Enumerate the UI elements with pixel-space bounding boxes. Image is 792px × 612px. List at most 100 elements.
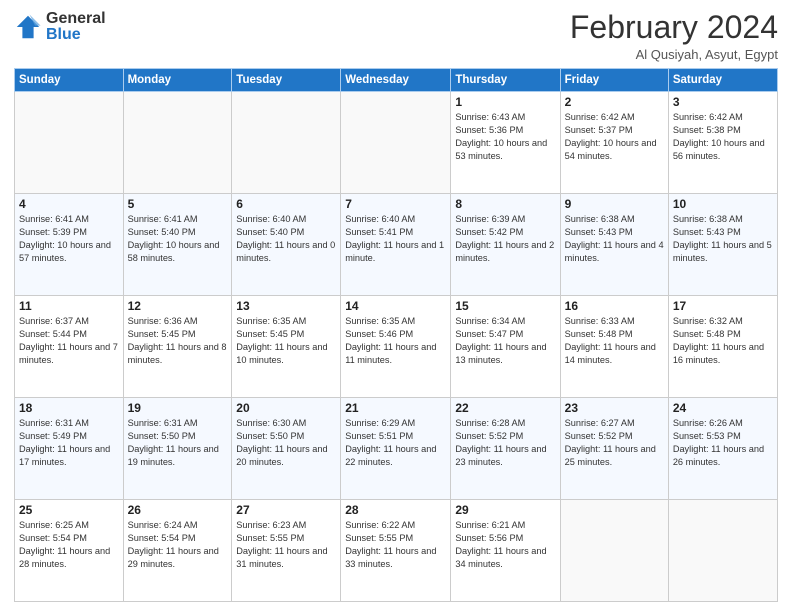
calendar-day-header: Tuesday — [232, 69, 341, 92]
day-number: 25 — [19, 503, 119, 517]
day-number: 21 — [345, 401, 446, 415]
logo-icon — [14, 13, 42, 41]
day-info: Sunrise: 6:38 AM Sunset: 5:43 PM Dayligh… — [565, 213, 664, 265]
calendar-cell — [668, 500, 777, 602]
day-number: 3 — [673, 95, 773, 109]
calendar-cell: 10Sunrise: 6:38 AM Sunset: 5:43 PM Dayli… — [668, 194, 777, 296]
calendar-cell: 11 Sunrise: 6:37 AM Sunset: 5:44 PM Dayli… — [15, 296, 124, 398]
calendar-cell: 8 Sunrise: 6:39 AM Sunset: 5:42 PM Daylig… — [451, 194, 560, 296]
calendar-cell — [341, 92, 451, 194]
calendar-cell: 28 Sunrise: 6:22 AM Sunset: 5:55 PM Dayli… — [341, 500, 451, 602]
day-number: 19 — [128, 401, 228, 415]
calendar-cell: 13 Sunrise: 6:35 AM Sunset: 5:45 PM Dayli… — [232, 296, 341, 398]
calendar-cell: 16Sunrise: 6:33 AM Sunset: 5:48 PM Dayli… — [560, 296, 668, 398]
day-info: Sunrise: 6:42 AM Sunset: 5:38 PM Dayligh… — [673, 111, 773, 163]
day-info: Sunrise: 6:38 AM Sunset: 5:43 PM Dayligh… — [673, 213, 773, 265]
page: General Blue February 2024 Al Qusiyah, A… — [0, 0, 792, 612]
day-info: Sunrise: 6:39 AM Sunset: 5:42 PM Dayligh… — [455, 213, 555, 265]
calendar-week-row: 11 Sunrise: 6:37 AM Sunset: 5:44 PM Dayli… — [15, 296, 778, 398]
calendar-cell: 14Sunrise: 6:35 AM Sunset: 5:46 PM Dayli… — [341, 296, 451, 398]
day-number: 5 — [128, 197, 228, 211]
calendar-day-header: Wednesday — [341, 69, 451, 92]
day-info: Sunrise: 6:31 AM Sunset: 5:50 PM Dayligh… — [128, 417, 228, 469]
day-info: Sunrise: 6:26 AM Sunset: 5:53 PM Dayligh… — [673, 417, 773, 469]
calendar-header-row: SundayMondayTuesdayWednesdayThursdayFrid… — [15, 69, 778, 92]
calendar-cell: 25 Sunrise: 6:25 AM Sunset: 5:54 PM Dayli… — [15, 500, 124, 602]
calendar-week-row: 4Sunrise: 6:41 AM Sunset: 5:39 PM Daylig… — [15, 194, 778, 296]
calendar-cell — [560, 500, 668, 602]
day-number: 24 — [673, 401, 773, 415]
calendar-cell: 27 Sunrise: 6:23 AM Sunset: 5:55 PM Dayli… — [232, 500, 341, 602]
calendar-cell: 7Sunrise: 6:40 AM Sunset: 5:41 PM Daylig… — [341, 194, 451, 296]
calendar-cell: 20 Sunrise: 6:30 AM Sunset: 5:50 PM Dayli… — [232, 398, 341, 500]
day-info: Sunrise: 6:27 AM Sunset: 5:52 PM Dayligh… — [565, 417, 664, 469]
day-number: 12 — [128, 299, 228, 313]
calendar-cell: 15Sunrise: 6:34 AM Sunset: 5:47 PM Dayli… — [451, 296, 560, 398]
calendar-cell — [232, 92, 341, 194]
day-info: Sunrise: 6:37 AM Sunset: 5:44 PM Dayligh… — [19, 315, 119, 367]
day-info: Sunrise: 6:32 AM Sunset: 5:48 PM Dayligh… — [673, 315, 773, 367]
header: General Blue February 2024 Al Qusiyah, A… — [14, 10, 778, 62]
calendar-cell: 17 Sunrise: 6:32 AM Sunset: 5:48 PM Dayli… — [668, 296, 777, 398]
calendar-cell: 22 Sunrise: 6:28 AM Sunset: 5:52 PM Dayli… — [451, 398, 560, 500]
day-number: 18 — [19, 401, 119, 415]
calendar-cell: 4Sunrise: 6:41 AM Sunset: 5:39 PM Daylig… — [15, 194, 124, 296]
calendar-day-header: Monday — [123, 69, 232, 92]
day-info: Sunrise: 6:41 AM Sunset: 5:40 PM Dayligh… — [128, 213, 228, 265]
day-number: 20 — [236, 401, 336, 415]
calendar-cell: 2Sunrise: 6:42 AM Sunset: 5:37 PM Daylig… — [560, 92, 668, 194]
calendar-day-header: Thursday — [451, 69, 560, 92]
calendar-cell: 21 Sunrise: 6:29 AM Sunset: 5:51 PM Dayli… — [341, 398, 451, 500]
day-number: 8 — [455, 197, 555, 211]
day-number: 28 — [345, 503, 446, 517]
location: Al Qusiyah, Asyut, Egypt — [570, 47, 778, 62]
day-number: 27 — [236, 503, 336, 517]
day-info: Sunrise: 6:28 AM Sunset: 5:52 PM Dayligh… — [455, 417, 555, 469]
calendar-day-header: Sunday — [15, 69, 124, 92]
day-info: Sunrise: 6:34 AM Sunset: 5:47 PM Dayligh… — [455, 315, 555, 367]
day-info: Sunrise: 6:24 AM Sunset: 5:54 PM Dayligh… — [128, 519, 228, 571]
day-info: Sunrise: 6:22 AM Sunset: 5:55 PM Dayligh… — [345, 519, 446, 571]
day-info: Sunrise: 6:25 AM Sunset: 5:54 PM Dayligh… — [19, 519, 119, 571]
calendar-cell: 29 Sunrise: 6:21 AM Sunset: 5:56 PM Dayli… — [451, 500, 560, 602]
calendar-day-header: Saturday — [668, 69, 777, 92]
day-number: 22 — [455, 401, 555, 415]
day-info: Sunrise: 6:35 AM Sunset: 5:45 PM Dayligh… — [236, 315, 336, 367]
calendar-cell: 12Sunrise: 6:36 AM Sunset: 5:45 PM Dayli… — [123, 296, 232, 398]
calendar-cell: 3 Sunrise: 6:42 AM Sunset: 5:38 PM Daylig… — [668, 92, 777, 194]
calendar: SundayMondayTuesdayWednesdayThursdayFrid… — [14, 68, 778, 602]
day-info: Sunrise: 6:40 AM Sunset: 5:41 PM Dayligh… — [345, 213, 446, 265]
day-number: 9 — [565, 197, 664, 211]
day-number: 16 — [565, 299, 664, 313]
month-title: February 2024 — [570, 10, 778, 45]
calendar-cell: 1Sunrise: 6:43 AM Sunset: 5:36 PM Daylig… — [451, 92, 560, 194]
day-number: 1 — [455, 95, 555, 109]
logo: General Blue — [14, 10, 106, 43]
day-number: 14 — [345, 299, 446, 313]
calendar-cell: 19 Sunrise: 6:31 AM Sunset: 5:50 PM Dayli… — [123, 398, 232, 500]
day-info: Sunrise: 6:23 AM Sunset: 5:55 PM Dayligh… — [236, 519, 336, 571]
day-number: 13 — [236, 299, 336, 313]
calendar-cell: 5 Sunrise: 6:41 AM Sunset: 5:40 PM Daylig… — [123, 194, 232, 296]
calendar-day-header: Friday — [560, 69, 668, 92]
logo-line1: General — [46, 10, 106, 28]
calendar-cell — [123, 92, 232, 194]
day-number: 2 — [565, 95, 664, 109]
day-number: 29 — [455, 503, 555, 517]
day-number: 11 — [19, 299, 119, 313]
day-info: Sunrise: 6:29 AM Sunset: 5:51 PM Dayligh… — [345, 417, 446, 469]
calendar-week-row: 18 Sunrise: 6:31 AM Sunset: 5:49 PM Dayli… — [15, 398, 778, 500]
day-number: 23 — [565, 401, 664, 415]
calendar-cell: 9 Sunrise: 6:38 AM Sunset: 5:43 PM Daylig… — [560, 194, 668, 296]
logo-line2: Blue — [46, 26, 106, 44]
title-area: February 2024 Al Qusiyah, Asyut, Egypt — [570, 10, 778, 62]
day-number: 17 — [673, 299, 773, 313]
day-number: 6 — [236, 197, 336, 211]
day-info: Sunrise: 6:31 AM Sunset: 5:49 PM Dayligh… — [19, 417, 119, 469]
day-info: Sunrise: 6:41 AM Sunset: 5:39 PM Dayligh… — [19, 213, 119, 265]
day-info: Sunrise: 6:30 AM Sunset: 5:50 PM Dayligh… — [236, 417, 336, 469]
calendar-cell: 18 Sunrise: 6:31 AM Sunset: 5:49 PM Dayli… — [15, 398, 124, 500]
calendar-cell: 6Sunrise: 6:40 AM Sunset: 5:40 PM Daylig… — [232, 194, 341, 296]
day-info: Sunrise: 6:21 AM Sunset: 5:56 PM Dayligh… — [455, 519, 555, 571]
calendar-week-row: 1Sunrise: 6:43 AM Sunset: 5:36 PM Daylig… — [15, 92, 778, 194]
